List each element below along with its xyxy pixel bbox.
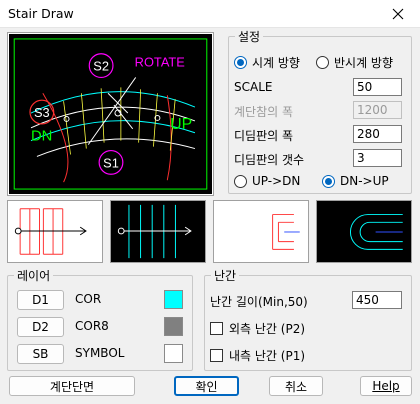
thumb-cyan-plan[interactable] [110, 200, 206, 263]
radio-dn-up-indicator [322, 174, 335, 188]
ok-button[interactable]: 확인 [174, 376, 239, 396]
tread-width-label: 디딤판의 폭 [234, 129, 294, 143]
layer-d2-button[interactable]: D2 [17, 317, 64, 337]
stair-width-label: 계단참의 폭 [234, 105, 294, 119]
railing-length-label: 난간 길이(Min,50) [210, 295, 308, 309]
thumb-red-plan[interactable] [7, 200, 103, 263]
close-icon [392, 8, 404, 20]
label-up: UP [170, 116, 192, 133]
layer-sb-button[interactable]: SB [17, 344, 64, 364]
label-dn: DN [31, 129, 52, 145]
help-button[interactable]: Help [360, 376, 412, 396]
label-rotate: ROTATE [135, 55, 185, 70]
tread-count-label: 디딤판의 갯수 [234, 153, 305, 167]
inner-railing-box [210, 349, 223, 362]
tread-count-field[interactable]: 3 [353, 149, 402, 167]
radio-clockwise-label: 시계 방향 [252, 56, 300, 70]
inner-railing-checkbox[interactable]: 내측 난간 (P1) [210, 347, 305, 364]
tread-width-field[interactable]: 280 [353, 125, 402, 143]
layer-d1-button[interactable]: D1 [17, 290, 64, 310]
thumb-red-turn[interactable] [213, 200, 309, 263]
close-button[interactable] [376, 0, 420, 28]
label-s3: S3 [34, 105, 50, 120]
radio-dn-up-label: DN->UP [340, 174, 389, 188]
section-button[interactable]: 계단단면 [9, 376, 135, 396]
layer-sb-name: SYMBOL [75, 346, 125, 360]
layer-sb-color-swatch[interactable] [164, 344, 183, 363]
stair-preview-drawing: S2 ROTATE S3 DN UP S1 [13, 38, 208, 190]
radio-clockwise-indicator [234, 56, 247, 69]
title-bar: Stair Draw [0, 0, 420, 28]
radio-clockwise[interactable]: 시계 방향 [234, 54, 300, 71]
settings-legend: 설정 [235, 28, 264, 45]
radio-up-dn[interactable]: UP->DN [234, 174, 300, 188]
layer-d1-name: COR [75, 292, 102, 306]
railing-length-field[interactable]: 450 [352, 291, 402, 309]
radio-up-dn-label: UP->DN [252, 174, 301, 188]
scale-field[interactable]: 50 [353, 78, 402, 96]
cancel-button[interactable]: 취소 [269, 376, 323, 396]
stair-width-field: 1200 [353, 101, 402, 119]
label-s2: S2 [93, 59, 109, 74]
outer-railing-label: 외측 난간 (P2) [229, 322, 306, 336]
outer-railing-box [210, 322, 223, 335]
window-title: Stair Draw [8, 6, 74, 21]
inner-railing-label: 내측 난간 (P1) [229, 349, 306, 363]
radio-up-dn-indicator [234, 174, 247, 188]
layer-d2-name: COR8 [75, 319, 109, 333]
outer-railing-checkbox[interactable]: 외측 난간 (P2) [210, 320, 305, 337]
railing-legend: 난간 [211, 267, 240, 284]
radio-counterclockwise[interactable]: 반시계 방향 [316, 54, 393, 71]
layer-legend: 레이어 [14, 267, 54, 284]
thumb-cyan-turn[interactable] [316, 200, 412, 263]
scale-label: SCALE [234, 80, 273, 94]
label-s1: S1 [103, 155, 119, 170]
layer-d2-color-swatch[interactable] [164, 317, 183, 336]
help-button-label: Help [372, 379, 400, 393]
stair-preview: S2 ROTATE S3 DN UP S1 [7, 32, 214, 196]
radio-dn-up[interactable]: DN->UP [322, 174, 389, 188]
radio-counterclockwise-indicator [316, 56, 329, 69]
layer-d1-color-swatch[interactable] [164, 290, 183, 309]
radio-counterclockwise-label: 반시계 방향 [334, 56, 394, 70]
